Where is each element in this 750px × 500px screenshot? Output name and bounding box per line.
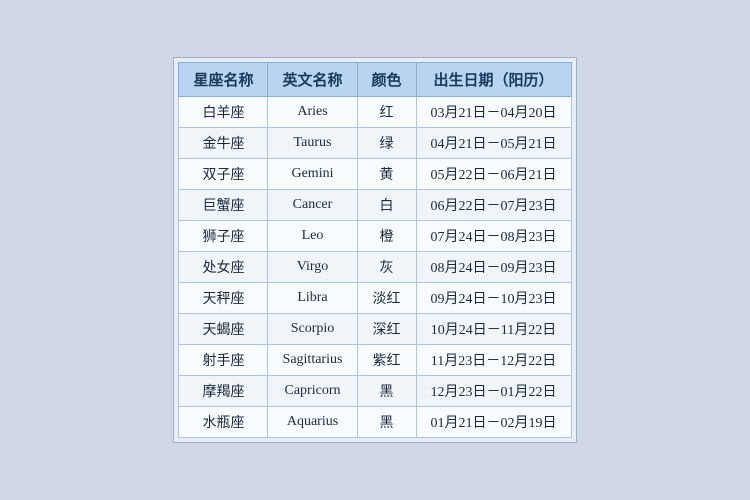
cell-dates: 10月24日－11月22日	[416, 314, 571, 345]
cell-chinese-name: 摩羯座	[179, 376, 268, 407]
cell-english-name: Scorpio	[268, 314, 357, 345]
cell-chinese-name: 天蝎座	[179, 314, 268, 345]
cell-dates: 12月23日－01月22日	[416, 376, 571, 407]
cell-dates: 07月24日－08月23日	[416, 221, 571, 252]
cell-dates: 06月22日－07月23日	[416, 190, 571, 221]
cell-dates: 03月21日－04月20日	[416, 97, 571, 128]
cell-chinese-name: 天秤座	[179, 283, 268, 314]
cell-color: 白	[357, 190, 416, 221]
header-color: 颜色	[357, 63, 416, 97]
cell-chinese-name: 射手座	[179, 345, 268, 376]
cell-english-name: Virgo	[268, 252, 357, 283]
cell-chinese-name: 双子座	[179, 159, 268, 190]
cell-color: 红	[357, 97, 416, 128]
cell-dates: 08月24日－09月23日	[416, 252, 571, 283]
header-chinese-name: 星座名称	[179, 63, 268, 97]
table-row: 双子座Gemini黄05月22日－06月21日	[179, 159, 571, 190]
cell-dates: 04月21日－05月21日	[416, 128, 571, 159]
cell-english-name: Sagittarius	[268, 345, 357, 376]
table-row: 狮子座Leo橙07月24日－08月23日	[179, 221, 571, 252]
table-row: 摩羯座Capricorn黑12月23日－01月22日	[179, 376, 571, 407]
table-row: 白羊座Aries红03月21日－04月20日	[179, 97, 571, 128]
cell-color: 黑	[357, 407, 416, 438]
header-dates: 出生日期（阳历）	[416, 63, 571, 97]
cell-chinese-name: 处女座	[179, 252, 268, 283]
cell-english-name: Leo	[268, 221, 357, 252]
cell-english-name: Libra	[268, 283, 357, 314]
cell-color: 黄	[357, 159, 416, 190]
cell-color: 深红	[357, 314, 416, 345]
cell-dates: 09月24日－10月23日	[416, 283, 571, 314]
cell-english-name: Gemini	[268, 159, 357, 190]
cell-dates: 05月22日－06月21日	[416, 159, 571, 190]
cell-english-name: Aquarius	[268, 407, 357, 438]
table-row: 处女座Virgo灰08月24日－09月23日	[179, 252, 571, 283]
table-row: 水瓶座Aquarius黑01月21日－02月19日	[179, 407, 571, 438]
cell-english-name: Capricorn	[268, 376, 357, 407]
cell-color: 灰	[357, 252, 416, 283]
table-row: 金牛座Taurus绿04月21日－05月21日	[179, 128, 571, 159]
cell-dates: 11月23日－12月22日	[416, 345, 571, 376]
cell-dates: 01月21日－02月19日	[416, 407, 571, 438]
cell-english-name: Cancer	[268, 190, 357, 221]
cell-chinese-name: 狮子座	[179, 221, 268, 252]
cell-chinese-name: 水瓶座	[179, 407, 268, 438]
cell-chinese-name: 巨蟹座	[179, 190, 268, 221]
cell-chinese-name: 白羊座	[179, 97, 268, 128]
cell-english-name: Taurus	[268, 128, 357, 159]
table-row: 天秤座Libra淡红09月24日－10月23日	[179, 283, 571, 314]
cell-color: 紫红	[357, 345, 416, 376]
cell-color: 绿	[357, 128, 416, 159]
header-english-name: 英文名称	[268, 63, 357, 97]
table-row: 巨蟹座Cancer白06月22日－07月23日	[179, 190, 571, 221]
zodiac-table: 星座名称 英文名称 颜色 出生日期（阳历） 白羊座Aries红03月21日－04…	[178, 62, 571, 438]
table-header-row: 星座名称 英文名称 颜色 出生日期（阳历）	[179, 63, 571, 97]
zodiac-table-container: 星座名称 英文名称 颜色 出生日期（阳历） 白羊座Aries红03月21日－04…	[173, 57, 576, 443]
cell-color: 橙	[357, 221, 416, 252]
cell-color: 黑	[357, 376, 416, 407]
cell-chinese-name: 金牛座	[179, 128, 268, 159]
cell-color: 淡红	[357, 283, 416, 314]
table-row: 天蝎座Scorpio深红10月24日－11月22日	[179, 314, 571, 345]
cell-english-name: Aries	[268, 97, 357, 128]
table-row: 射手座Sagittarius紫红11月23日－12月22日	[179, 345, 571, 376]
